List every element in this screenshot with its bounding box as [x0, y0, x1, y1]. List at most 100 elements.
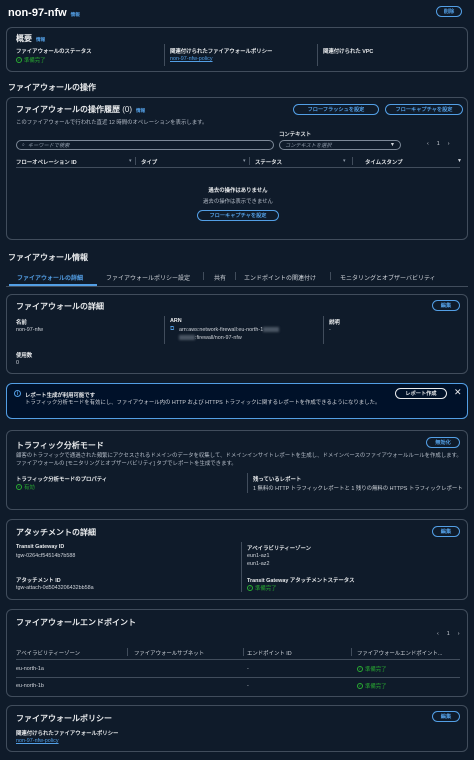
arn-value-line2: :firewall/non-97-nfw	[179, 335, 242, 341]
page-number[interactable]: 1	[437, 141, 440, 147]
row-az: eu-north-1a	[16, 666, 44, 672]
col-subnet[interactable]: ファイアウォールサブネット	[134, 649, 204, 657]
traffic-description: 顧客のトラフィックで通過された頻繁にアクセスされるドメインのデータを収集して、ド…	[16, 453, 462, 467]
attachment-card: アタッチメントの詳細 編集 Transit Gateway ID tgw-026…	[6, 519, 468, 600]
row-endpoint-id: -	[247, 666, 249, 672]
tab-firewall-details[interactable]: ファイアウォールの詳細	[17, 273, 83, 282]
traffic-analysis-card: トラフィック分析モード 無効化 顧客のトラフィックで通過された頻繁にアクセスされ…	[6, 430, 468, 510]
context-label: コンテキスト	[279, 132, 312, 138]
status-label: ファイアウォールのステータス	[16, 49, 92, 55]
tab-monitoring[interactable]: モニタリングとオブザーバビリティ	[340, 273, 436, 282]
az-value-1: eun1-az1	[247, 553, 270, 559]
search-input[interactable]: ⌕ キーワードで検索	[16, 140, 274, 150]
context-select[interactable]: コンテキストを選択 ▼	[279, 140, 401, 150]
check-circle-icon: ✓	[16, 484, 22, 490]
row-status: ✓ 準備完了	[357, 666, 387, 673]
redacted-account-id	[263, 327, 280, 333]
remaining-reports-label: 残っているレポート	[253, 477, 302, 483]
az-value-2: eun1-az2	[247, 561, 270, 567]
empty-description: 過去の操作は表示できません	[203, 199, 273, 205]
arn-label: ARN	[170, 318, 182, 324]
row-endpoint-id: -	[247, 683, 249, 689]
attachment-status-value: ✓ 準備完了	[247, 585, 277, 592]
check-circle-icon: ✓	[247, 585, 253, 591]
redacted-account-id	[179, 335, 195, 341]
endpoints-pagination: ‹ 1 ›	[437, 631, 460, 637]
attachment-edit-button[interactable]: 編集	[432, 526, 460, 537]
attachment-id-label: アタッチメント ID	[16, 578, 61, 584]
col-status[interactable]: ステータス	[255, 158, 282, 166]
row-az: eu-north-1b	[16, 683, 44, 689]
prev-page-icon[interactable]: ‹	[427, 141, 429, 147]
tab-endpoint-association[interactable]: エンドポイントの関連付け	[244, 273, 316, 282]
tab-sharing[interactable]: 共有	[214, 273, 226, 282]
policy-association-link[interactable]: non-97-nfw-policy	[16, 738, 59, 744]
caret-down-icon: ▼	[389, 142, 395, 148]
copy-icon[interactable]: ⧉	[170, 326, 174, 333]
info-link[interactable]: 情報	[136, 108, 145, 113]
vpc-label: 関連付けられた VPC	[323, 49, 374, 55]
next-page-icon[interactable]: ›	[458, 631, 460, 637]
disable-button[interactable]: 無効化	[426, 437, 460, 448]
sort-icon[interactable]: ▾	[243, 158, 246, 164]
history-description: このファイアウォールで行われた直近 12 時間のオペレーションを表示します。	[16, 120, 208, 126]
next-page-icon[interactable]: ›	[448, 141, 450, 147]
empty-flow-capture-button[interactable]: フローキャプチャを設定	[197, 210, 279, 221]
endpoints-title: ファイアウォールエンドポイント	[16, 618, 136, 627]
row-status: ✓ 準備完了	[357, 683, 387, 690]
col-operation-id[interactable]: フローオペレーション ID	[16, 158, 77, 166]
flow-flush-button[interactable]: フローフラッシュを設定	[293, 104, 379, 115]
policy-title: ファイアウォールポリシー	[16, 714, 112, 723]
attachment-id-value: tgw-attach-0d5043206432bb58a	[16, 585, 94, 591]
col-endpoint-id[interactable]: エンドポイント ID	[247, 649, 292, 657]
status-value: ✓ 準備完了	[16, 57, 46, 64]
sort-desc-icon[interactable]: ▼	[457, 158, 462, 164]
page-title: non-97-nfw 情報	[8, 7, 80, 19]
check-circle-icon: ✓	[16, 57, 22, 63]
tgw-id-value: tgw-0264cf54514b7b588	[16, 553, 76, 559]
report-alert: i レポート生成が利用可能です トラフィック分析モードを有効にし、ファイアウォー…	[6, 383, 468, 419]
firewall-details-card: ファイアウォールの詳細 編集 名前 non-97-nfw ARN ⧉ arn:a…	[6, 294, 468, 374]
name-value: non-97-nfw	[16, 327, 43, 333]
col-az[interactable]: アベイラビリティーゾーン	[16, 649, 80, 657]
firewall-info-title: ファイアウォール情報	[8, 253, 88, 262]
policy-card: ファイアウォールポリシー 編集 関連付けられたファイアウォールポリシー non-…	[6, 705, 468, 752]
sort-icon[interactable]: ▾	[129, 158, 132, 164]
arn-value: arn:aws:network-firewall:eu-north-1	[179, 327, 280, 333]
empty-title: 過去の操作はありません	[208, 188, 268, 194]
endpoints-card: ファイアウォールエンドポイント ‹ 1 › アベイラビリティーゾーン ファイアウォー…	[6, 609, 468, 697]
col-endpoint-status[interactable]: ファイアウォールエンドポイント...	[357, 649, 461, 657]
search-icon: ⌕	[22, 141, 25, 148]
col-type[interactable]: タイプ	[141, 158, 157, 166]
flow-capture-button[interactable]: フローキャプチャを設定	[385, 104, 463, 115]
description-label: 説明	[329, 320, 340, 326]
close-icon[interactable]: ✕	[454, 388, 462, 397]
details-edit-button[interactable]: 編集	[432, 300, 460, 311]
policy-edit-button[interactable]: 編集	[432, 711, 460, 722]
alert-text: トラフィック分析モードを有効にし、ファイアウォール内の HTTP および HTT…	[25, 400, 381, 406]
remaining-reports-value: 1 無料の HTTP トラフィックレポートと 1 残りの無料の HTTPS トラ…	[253, 486, 463, 492]
az-label: アベイラビリティーゾーン	[247, 546, 311, 552]
name-label: 名前	[16, 320, 27, 326]
history-title: ファイアウォールの操作履歴 (0) 情報	[16, 105, 146, 114]
details-title: ファイアウォールの詳細	[16, 302, 104, 311]
create-report-button[interactable]: レポート作成	[395, 388, 447, 399]
delete-button[interactable]: 削除	[436, 6, 462, 17]
usage-label: 使用数	[16, 353, 33, 359]
info-link[interactable]: 情報	[36, 37, 45, 42]
check-circle-icon: ✓	[357, 666, 363, 672]
info-link[interactable]: 情報	[71, 12, 80, 17]
overview-title: 概要 情報	[16, 34, 46, 43]
tgw-id-label: Transit Gateway ID	[16, 544, 65, 550]
page-number[interactable]: 1	[447, 631, 450, 637]
col-timestamp[interactable]: タイムスタンプ	[365, 158, 402, 166]
alert-title: レポート生成が利用可能です	[25, 393, 96, 399]
tab-policy-settings[interactable]: ファイアウォールポリシー設定	[106, 273, 190, 282]
usage-value: 0	[16, 360, 19, 366]
history-card: ファイアウォールの操作履歴 (0) 情報 このファイアウォールで行われた直近 12…	[6, 97, 468, 240]
sort-icon[interactable]: ▾	[343, 158, 346, 164]
info-circle-icon: i	[14, 390, 21, 397]
policy-link[interactable]: non-97-nfw-policy	[170, 56, 213, 62]
policy-label: 関連付けられたファイアウォールポリシー	[170, 49, 273, 55]
prev-page-icon[interactable]: ‹	[437, 631, 439, 637]
